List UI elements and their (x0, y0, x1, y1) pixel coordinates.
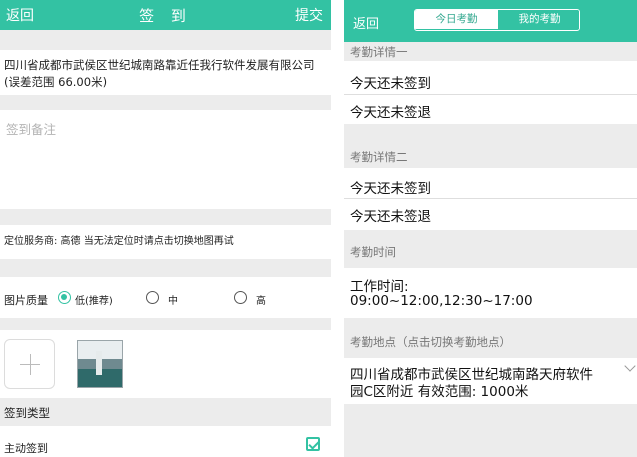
section-header: 考勤详情二 (344, 124, 637, 168)
attendance-screen: 返回 今日考勤 我的考勤 考勤详情一 今天还未签到 今天还未签退 考勤详情二 今… (344, 0, 637, 457)
submit-button[interactable]: 提交 (295, 5, 323, 25)
location-title: 考勤地点（点击切换考勤地点） (350, 335, 511, 349)
detail-two-checkout: 今天还未签退 (350, 209, 431, 225)
attendance-tabs: 今日考勤 我的考勤 (414, 9, 580, 31)
work-time-title: 考勤时间 (350, 245, 396, 259)
tab-my-attendance[interactable]: 我的考勤 (498, 10, 579, 29)
image-quality-label: 图片质量 (4, 294, 48, 307)
detail-two-checkin: 今天还未签到 (350, 181, 431, 197)
divider-strip (0, 95, 331, 110)
quality-medium-radio[interactable] (146, 291, 159, 304)
attendance-header: 返回 今日考勤 我的考勤 (344, 0, 637, 42)
chevron-down-icon (624, 360, 636, 372)
active-sign-checkbox[interactable] (306, 437, 320, 451)
photo-thumbnail[interactable] (77, 340, 123, 388)
quality-high-radio[interactable] (234, 291, 247, 304)
sign-in-header: 返回 签 到 提交 (0, 0, 331, 30)
detail-one-title: 考勤详情一 (350, 45, 408, 59)
detail-one-checkin: 今天还未签到 (350, 76, 431, 92)
location-line-2: 园C区附近 有效范围: 1000米 (350, 384, 529, 400)
detail-two-title: 考勤详情二 (350, 150, 408, 164)
sign-type-header: 签到类型 (4, 406, 50, 420)
section-header: 考勤地点（点击切换考勤地点） (344, 318, 637, 358)
sign-type-option-label: 主动签到 (4, 442, 48, 455)
work-time-value: 09:00~12:00,12:30~17:00 (350, 293, 533, 309)
divider (344, 198, 637, 199)
tab-today-attendance[interactable]: 今日考勤 (415, 10, 498, 29)
divider-strip (0, 318, 331, 330)
memo-input[interactable]: 签到备注 (6, 119, 56, 138)
sign-type-section: 签到类型 (0, 398, 331, 426)
section-header: 考勤时间 (344, 230, 637, 268)
divider-strip (0, 209, 331, 225)
current-address: 四川省成都市武侯区世纪城南路靠近任我行软件发展有限公司(误差范围 66.00米) (4, 58, 315, 89)
divider (344, 94, 637, 95)
back-button[interactable]: 返回 (353, 13, 379, 32)
detail-one-checkout: 今天还未签退 (350, 105, 431, 121)
section-header: 考勤详情一 (344, 42, 637, 61)
quality-medium-label: 中 (168, 296, 178, 307)
quality-high-label: 高 (256, 296, 266, 307)
panel-gutter (331, 0, 344, 457)
divider-strip (0, 259, 331, 277)
bottom-spacer (344, 404, 637, 457)
work-time-label: 工作时间: (350, 279, 409, 295)
page-title: 签 到 (139, 7, 192, 25)
add-photo-button[interactable] (4, 339, 55, 389)
quality-low-radio[interactable] (58, 291, 71, 304)
sign-in-screen: 返回 签 到 提交 四川省成都市武侯区世纪城南路靠近任我行软件发展有限公司(误差… (0, 0, 331, 457)
location-service-info: 定位服务商: 高德 当无法定位时请点击切换地图再试 (4, 236, 234, 247)
divider-strip (0, 30, 331, 50)
quality-low-label: 低(推荐) (75, 296, 113, 307)
